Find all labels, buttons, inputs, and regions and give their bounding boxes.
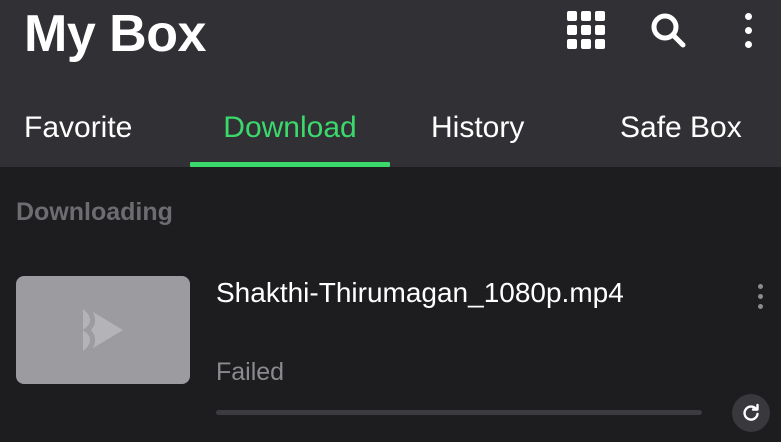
more-options-button[interactable]	[724, 6, 772, 54]
more-vertical-icon	[744, 12, 752, 48]
download-progress-bar	[216, 410, 702, 415]
tab-download[interactable]: Download	[190, 100, 390, 167]
app-header: My Box Favorite Download History Safe Bo…	[0, 0, 781, 167]
active-tab-indicator	[190, 162, 390, 167]
section-label-downloading: Downloading	[16, 198, 173, 226]
item-more-button[interactable]	[748, 276, 772, 316]
more-vertical-icon	[757, 283, 763, 309]
download-item[interactable]: Shakthi-Thirumagan_1080p.mp4 Failed	[0, 268, 781, 442]
tab-history[interactable]: History	[431, 100, 524, 167]
grid-apps-icon	[567, 11, 605, 49]
download-status: Failed	[216, 358, 285, 386]
tab-safe-box[interactable]: Safe Box	[620, 100, 742, 167]
retry-icon	[743, 403, 759, 421]
video-logo-icon	[81, 303, 123, 357]
tab-favorite[interactable]: Favorite	[24, 100, 132, 167]
tab-bar: Favorite Download History Safe Box	[0, 100, 781, 167]
search-button[interactable]	[644, 6, 692, 54]
search-icon	[651, 13, 686, 48]
file-name: Shakthi-Thirumagan_1080p.mp4	[216, 277, 624, 308]
video-thumbnail[interactable]	[16, 276, 190, 384]
page-title: My Box	[24, 5, 206, 63]
apps-button[interactable]	[562, 6, 610, 54]
retry-button[interactable]	[732, 394, 770, 432]
